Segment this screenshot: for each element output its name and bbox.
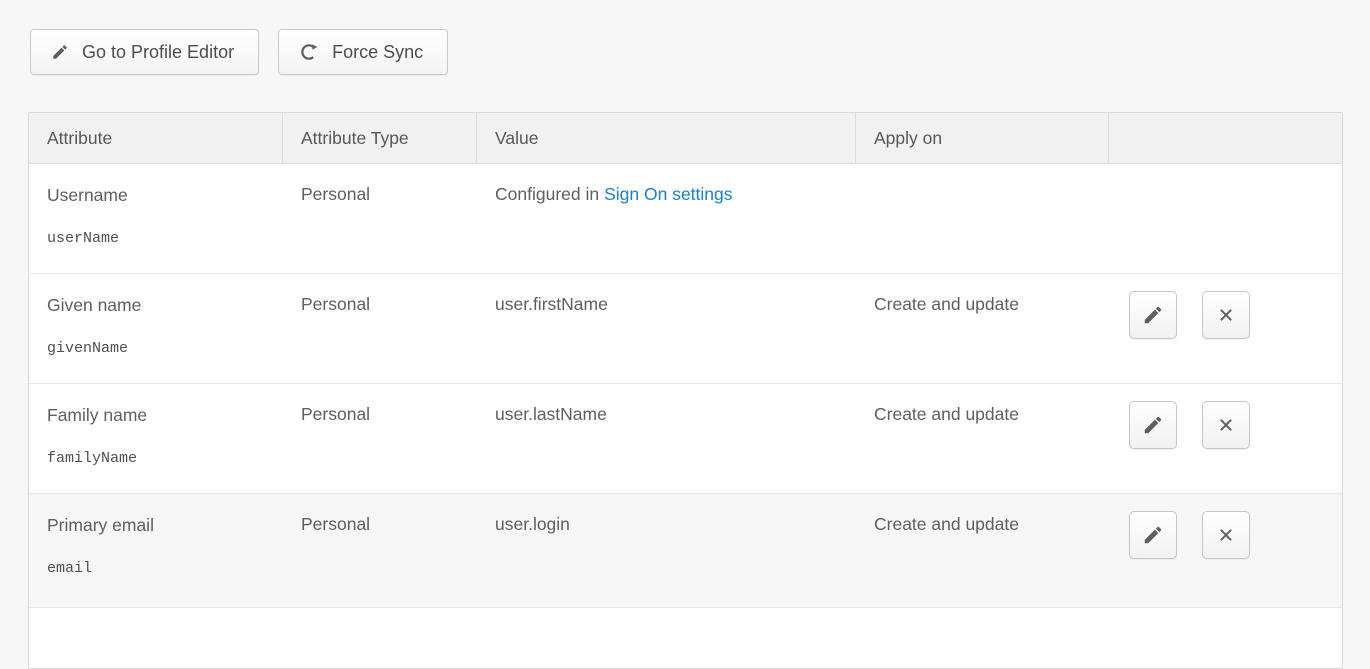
edit-attribute-button[interactable] bbox=[1129, 291, 1177, 339]
table-header: Attribute Attribute Type Value Apply on bbox=[29, 113, 1342, 164]
table-row-primary-email: Primary email email Personal user.login … bbox=[29, 494, 1342, 608]
apply-on-cell: Create and update bbox=[856, 494, 1109, 608]
go-to-profile-editor-label: Go to Profile Editor bbox=[82, 42, 234, 63]
column-header-attribute-type: Attribute Type bbox=[283, 113, 477, 164]
go-to-profile-editor-button[interactable]: Go to Profile Editor bbox=[30, 29, 259, 75]
apply-on-cell bbox=[856, 164, 1109, 274]
x-icon bbox=[1216, 415, 1236, 435]
table-row-partial bbox=[29, 608, 1342, 668]
attribute-cell: Family name familyName bbox=[29, 384, 283, 494]
pencil-icon bbox=[51, 43, 69, 61]
row-actions-cell bbox=[1109, 274, 1342, 384]
force-sync-button[interactable]: Force Sync bbox=[278, 29, 448, 75]
row-actions-cell bbox=[1109, 164, 1342, 274]
row-actions-cell bbox=[1109, 384, 1342, 494]
value-cell: user.lastName bbox=[477, 384, 856, 494]
toolbar: Go to Profile Editor Force Sync bbox=[0, 0, 1370, 75]
column-header-value: Value bbox=[477, 113, 856, 164]
row-actions-cell bbox=[1109, 494, 1342, 608]
attribute-variable-name: userName bbox=[47, 230, 265, 247]
attribute-label: Family name bbox=[47, 404, 265, 426]
attribute-cell: Username userName bbox=[29, 164, 283, 274]
table-row-family-name: Family name familyName Personal user.las… bbox=[29, 384, 1342, 494]
delete-attribute-button[interactable] bbox=[1202, 401, 1250, 449]
value-cell: user.firstName bbox=[477, 274, 856, 384]
x-icon bbox=[1216, 305, 1236, 325]
attribute-type-cell: Personal bbox=[283, 164, 477, 274]
edit-attribute-button[interactable] bbox=[1129, 511, 1177, 559]
attribute-label: Primary email bbox=[47, 514, 265, 536]
pencil-icon bbox=[1142, 524, 1164, 546]
pencil-icon bbox=[1142, 414, 1164, 436]
attribute-variable-name: email bbox=[47, 560, 265, 577]
attribute-mappings-page: Go to Profile Editor Force Sync Attribut… bbox=[0, 0, 1370, 669]
table-row-username: Username userName Personal Configured in… bbox=[29, 164, 1342, 274]
pencil-icon bbox=[1142, 304, 1164, 326]
attribute-type-cell: Personal bbox=[283, 494, 477, 608]
attribute-variable-name: givenName bbox=[47, 340, 265, 357]
attribute-type-cell: Personal bbox=[283, 274, 477, 384]
refresh-icon bbox=[299, 42, 319, 62]
delete-attribute-button[interactable] bbox=[1202, 291, 1250, 339]
attribute-mappings-table: Attribute Attribute Type Value Apply on … bbox=[28, 112, 1343, 669]
attribute-type-cell: Personal bbox=[283, 384, 477, 494]
value-cell: Configured inSign On settings bbox=[477, 164, 856, 274]
value-text: Configured in bbox=[495, 184, 599, 204]
column-header-actions bbox=[1109, 113, 1342, 164]
column-header-attribute: Attribute bbox=[29, 113, 283, 164]
edit-attribute-button[interactable] bbox=[1129, 401, 1177, 449]
apply-on-cell: Create and update bbox=[856, 274, 1109, 384]
table-row-given-name: Given name givenName Personal user.first… bbox=[29, 274, 1342, 384]
apply-on-cell: Create and update bbox=[856, 384, 1109, 494]
attribute-cell: Primary email email bbox=[29, 494, 283, 608]
force-sync-label: Force Sync bbox=[332, 42, 423, 63]
value-cell: user.login bbox=[477, 494, 856, 608]
sign-on-settings-link[interactable]: Sign On settings bbox=[604, 184, 732, 204]
attribute-cell: Given name givenName bbox=[29, 274, 283, 384]
attribute-label: Given name bbox=[47, 294, 265, 316]
attribute-variable-name: familyName bbox=[47, 450, 265, 467]
attribute-label: Username bbox=[47, 184, 265, 206]
column-header-apply-on: Apply on bbox=[856, 113, 1109, 164]
x-icon bbox=[1216, 525, 1236, 545]
delete-attribute-button[interactable] bbox=[1202, 511, 1250, 559]
